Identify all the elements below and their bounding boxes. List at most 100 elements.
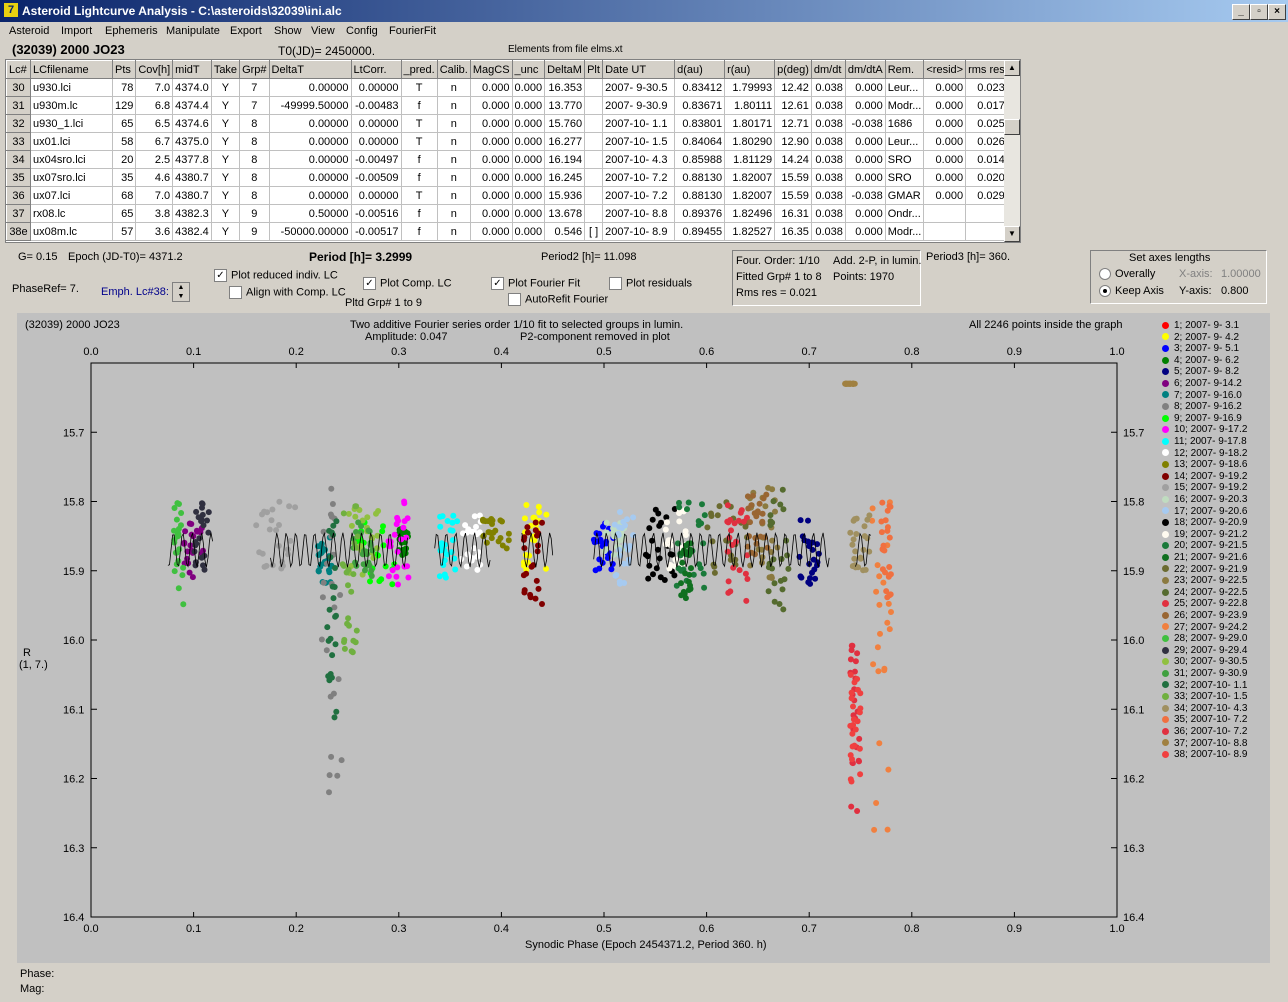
- column-header[interactable]: MagCS: [469, 60, 513, 79]
- table-cell[interactable]: [ ]: [584, 222, 604, 241]
- column-header[interactable]: dm/dtA: [844, 60, 886, 79]
- column-header[interactable]: d(au): [674, 60, 726, 79]
- table-cell[interactable]: 0.026: [965, 132, 1008, 151]
- table-row[interactable]: 33 ux01.lci 58 6.7 4375.0 Y 8 0.00000 0.00000 Tn 0…: [6, 132, 1008, 151]
- table-cell[interactable]: 0.000: [923, 96, 967, 115]
- table-cell[interactable]: 0.00000: [268, 186, 352, 205]
- table-cell[interactable]: 1.82007: [724, 168, 776, 187]
- emph-spinner[interactable]: ▲ ▼: [172, 282, 190, 302]
- table-cell[interactable]: ux01.lci: [30, 132, 113, 151]
- table-cell[interactable]: f: [400, 204, 438, 223]
- table-cell[interactable]: 16.353: [544, 78, 586, 97]
- plot-comp-checkbox[interactable]: ✓ Plot Comp. LC: [363, 277, 452, 290]
- table-cell[interactable]: [584, 150, 604, 169]
- table-cell[interactable]: 0.000: [844, 168, 886, 187]
- table-cell[interactable]: 0.85988: [674, 150, 726, 169]
- table-cell[interactable]: [584, 78, 604, 97]
- table-cell[interactable]: [923, 204, 967, 223]
- table-cell[interactable]: 7.0: [135, 186, 174, 205]
- table-cell[interactable]: 8: [239, 132, 270, 151]
- table-cell[interactable]: [584, 168, 604, 187]
- table-cell[interactable]: 8: [239, 168, 270, 187]
- table-cell[interactable]: 2007-10- 7.2: [602, 186, 676, 205]
- period3-label[interactable]: Period3 [h]= 360.: [926, 251, 1010, 263]
- table-row[interactable]: 38e ux08m.lc 57 3.6 4382.4 Y 9 -50000.00000 -0.0…: [6, 222, 1008, 241]
- table-cell[interactable]: 6.8: [135, 96, 174, 115]
- table-cell[interactable]: n: [436, 168, 471, 187]
- table-cell[interactable]: 0.000: [923, 78, 967, 97]
- autorefit-checkbox[interactable]: AutoRefit Fourier: [508, 293, 608, 306]
- scroll-up-icon[interactable]: ▲: [1004, 60, 1020, 76]
- table-cell[interactable]: 129: [111, 96, 137, 115]
- table-cell[interactable]: SRO: [884, 168, 925, 187]
- table-cell[interactable]: 4382.3: [172, 204, 212, 223]
- plot-svg[interactable]: 0.0 0.0 0.1 0.1 0.2 0.2 0.3 0.3 0.4 0.4 0.5 0.5 0.6 0…: [17, 313, 1270, 963]
- table-cell[interactable]: 4.6: [135, 168, 174, 187]
- row-header[interactable]: 38e: [6, 222, 31, 241]
- table-cell[interactable]: 0.000: [511, 150, 546, 169]
- table-cell[interactable]: 0.000: [469, 114, 513, 133]
- row-header[interactable]: 32: [6, 114, 31, 133]
- table-cell[interactable]: n: [436, 186, 471, 205]
- table-cell[interactable]: 8: [239, 114, 270, 133]
- menu-config[interactable]: Config: [346, 25, 378, 37]
- table-cell[interactable]: 0.000: [844, 204, 886, 223]
- table-cell[interactable]: n: [436, 114, 471, 133]
- table-cell[interactable]: 4380.7: [172, 186, 212, 205]
- table-cell[interactable]: 0.00000: [268, 168, 352, 187]
- table-cell[interactable]: 1.79993: [724, 78, 776, 97]
- table-cell[interactable]: 14.24: [774, 150, 812, 169]
- column-header[interactable]: Grp#: [239, 60, 270, 79]
- table-cell[interactable]: 0.029: [965, 186, 1008, 205]
- menu-show[interactable]: Show: [274, 25, 302, 37]
- table-cell[interactable]: -0.00497: [350, 150, 402, 169]
- column-header[interactable]: DeltaM: [544, 60, 586, 79]
- column-header[interactable]: Take: [210, 60, 241, 79]
- table-cell[interactable]: 4374.6: [172, 114, 212, 133]
- table-cell[interactable]: Y: [210, 96, 241, 115]
- table-cell[interactable]: 20: [111, 150, 137, 169]
- table-cell[interactable]: SRO: [884, 150, 925, 169]
- table-cell[interactable]: 8: [239, 150, 270, 169]
- table-cell[interactable]: 35: [111, 168, 137, 187]
- table-cell[interactable]: 0.000: [469, 204, 513, 223]
- table-cell[interactable]: 3.8: [135, 204, 174, 223]
- table-cell[interactable]: T: [400, 78, 438, 97]
- table-cell[interactable]: [965, 204, 1008, 223]
- table-cell[interactable]: f: [400, 222, 438, 241]
- table-cell[interactable]: 13.770: [544, 96, 586, 115]
- table-cell[interactable]: 0.00000: [350, 114, 402, 133]
- table-cell[interactable]: 0.000: [923, 186, 967, 205]
- radio-icon[interactable]: [1099, 285, 1111, 298]
- table-cell[interactable]: 2007-10- 4.3: [602, 150, 676, 169]
- align-comp-checkbox[interactable]: Align with Comp. LC: [229, 286, 346, 299]
- plot-reduced-checkbox[interactable]: ✓ Plot reduced indiv. LC: [214, 269, 338, 282]
- table-cell[interactable]: 16.31: [774, 204, 812, 223]
- table-cell[interactable]: 4382.4: [172, 222, 212, 241]
- table-cell[interactable]: 1.81129: [724, 150, 776, 169]
- table-cell[interactable]: -50000.00000: [268, 222, 352, 241]
- column-header[interactable]: Cov[h]: [135, 60, 174, 79]
- table-cell[interactable]: 2007-10- 7.2: [602, 168, 676, 187]
- table-cell[interactable]: 0.038: [810, 96, 846, 115]
- plot-fourier-checkbox[interactable]: ✓ Plot Fourier Fit: [491, 277, 580, 290]
- table-cell[interactable]: 0.000: [923, 150, 967, 169]
- table-cell[interactable]: f: [400, 150, 438, 169]
- table-cell[interactable]: 0.038: [810, 132, 846, 151]
- table-cell[interactable]: 0.000: [469, 96, 513, 115]
- table-cell[interactable]: 58: [111, 132, 137, 151]
- column-header[interactable]: r(au): [724, 60, 776, 79]
- table-cell[interactable]: 16.194: [544, 150, 586, 169]
- table-cell[interactable]: 9: [239, 222, 270, 241]
- table-cell[interactable]: 0.014: [965, 150, 1008, 169]
- table-cell[interactable]: 0.000: [511, 78, 546, 97]
- table-cell[interactable]: Y: [210, 186, 241, 205]
- menu-fourierfit[interactable]: FourierFit: [389, 25, 436, 37]
- table-cell[interactable]: 1686: [884, 114, 925, 133]
- table-cell[interactable]: Y: [210, 222, 241, 241]
- table-cell[interactable]: 2007-10- 1.5: [602, 132, 676, 151]
- table-cell[interactable]: 6.5: [135, 114, 174, 133]
- column-header[interactable]: LCfilename: [30, 60, 113, 79]
- table-cell[interactable]: 0.038: [810, 168, 846, 187]
- table-cell[interactable]: 4374.0: [172, 78, 212, 97]
